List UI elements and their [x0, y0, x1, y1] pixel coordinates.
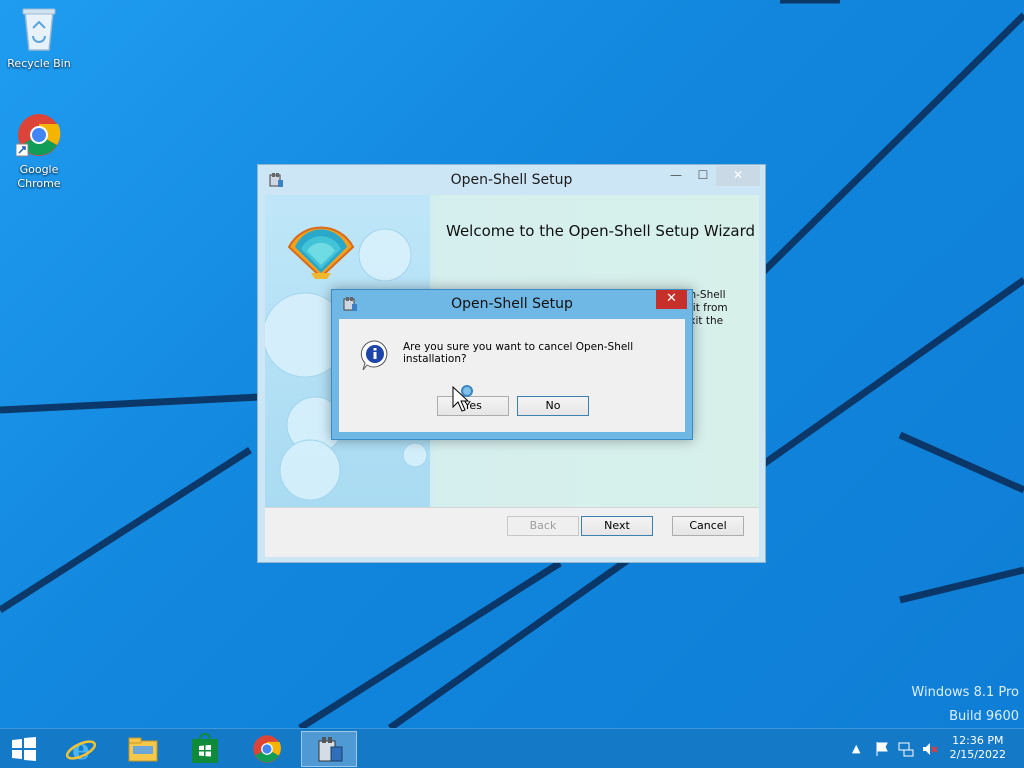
network-icon[interactable] — [898, 741, 914, 757]
taskbar-internet-explorer[interactable]: e — [53, 731, 109, 767]
dialog-message: Are you sure you want to cancel Open-She… — [403, 341, 634, 365]
dialog-body: Are you sure you want to cancel Open-She… — [339, 319, 685, 432]
recycle-bin-icon — [22, 8, 56, 51]
setup-titlebar[interactable]: Open-Shell Setup — ☐ ✕ — [258, 165, 765, 195]
cancel-button[interactable]: Cancel — [672, 516, 744, 536]
tray-overflow-icon[interactable]: ▲ — [852, 742, 860, 755]
clock[interactable]: 12:36 PM 2/15/2022 — [950, 734, 1006, 762]
dialog-title: Open-Shell Setup — [451, 296, 573, 312]
store-icon — [192, 733, 218, 763]
setup-icon — [318, 737, 343, 762]
maximize-button[interactable]: ☐ — [690, 166, 716, 186]
welcome-heading: Welcome to the Open-Shell Setup Wizard — [446, 222, 756, 240]
taskbar-file-explorer[interactable] — [115, 731, 171, 767]
minimize-button[interactable]: — — [662, 166, 690, 186]
dialog-close-button[interactable]: ✕ — [656, 290, 687, 309]
back-button[interactable]: Back — [507, 516, 579, 536]
start-icon — [12, 737, 36, 761]
info-icon — [360, 340, 388, 371]
windows-edition: Windows 8.1 Pro — [911, 685, 1019, 700]
chrome-icon — [253, 735, 281, 763]
close-button[interactable]: ✕ — [716, 166, 760, 186]
svg-text:e: e — [72, 733, 90, 765]
windows-build: Build 9600 — [949, 709, 1019, 724]
cancel-confirm-dialog: Open-Shell Setup ✕ Are you sure you want… — [331, 289, 693, 440]
clock-time: 12:36 PM — [952, 734, 1004, 747]
wizard-footer: Back Next Cancel — [265, 507, 759, 557]
chrome-icon — [15, 114, 61, 157]
internet-explorer-icon: e — [65, 733, 97, 766]
taskbar-chrome[interactable] — [239, 731, 295, 767]
desktop-icon-recycle-bin[interactable]: Recycle Bin — [1, 6, 77, 71]
desktop-icon-google-chrome[interactable]: Google Chrome — [1, 112, 77, 191]
file-explorer-icon — [128, 737, 158, 762]
taskbar: e ▲ 12:36 PM 2/15/2022 — [0, 728, 1024, 768]
no-button[interactable]: No — [517, 396, 589, 416]
taskbar-store[interactable] — [177, 731, 233, 767]
next-button[interactable]: Next — [581, 516, 653, 536]
welcome-body-text: en-Shell e it from exit the — [683, 289, 728, 327]
volume-muted-icon[interactable] — [922, 741, 938, 757]
recycle-bin-label: Recycle Bin — [7, 57, 71, 70]
clock-date: 2/15/2022 — [949, 748, 1006, 761]
action-center-flag-icon[interactable] — [874, 741, 890, 757]
start-button[interactable] — [0, 731, 52, 767]
open-shell-logo-icon — [287, 226, 355, 279]
mouse-cursor-icon — [452, 385, 473, 412]
chrome-label: Google Chrome — [17, 163, 61, 190]
taskbar-setup[interactable] — [301, 731, 357, 767]
